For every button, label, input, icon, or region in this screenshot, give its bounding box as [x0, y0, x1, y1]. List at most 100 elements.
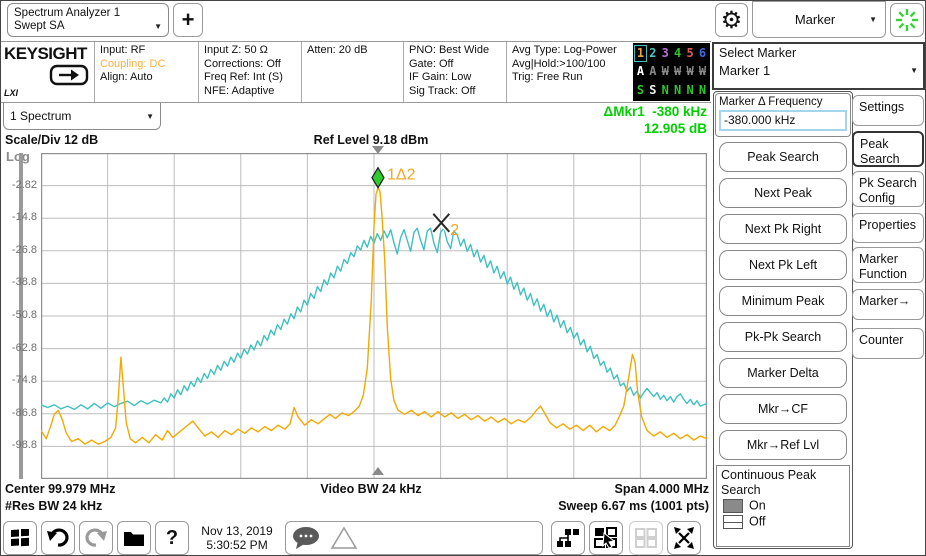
- trace-status-cell: W: [685, 64, 696, 79]
- y-axis-tick-label: -86.8: [1, 407, 37, 419]
- block-diagram-button[interactable]: [551, 521, 585, 555]
- continuous-peak-search-on[interactable]: On: [721, 498, 845, 514]
- window-arrange-button[interactable]: [589, 521, 623, 555]
- file-button[interactable]: [117, 521, 151, 555]
- expand-arrows-icon: [672, 527, 696, 549]
- y-axis-tick-label: -38.8: [1, 276, 37, 288]
- trace-status-cell: S: [635, 83, 646, 98]
- continuous-peak-search-off[interactable]: Off: [721, 514, 845, 530]
- trace-status-cell: N: [672, 83, 683, 98]
- status-line: Input Z: 50 Ω: [204, 44, 301, 58]
- center-frequency-top-indicator: [372, 146, 384, 154]
- tab-peak-search[interactable]: Peak Search: [852, 131, 924, 167]
- app-selector-line2: Swept SA: [14, 20, 65, 33]
- app-selector-line1: Spectrum Analyzer 1: [14, 7, 162, 20]
- sweep-indicator-icon: [49, 64, 89, 86]
- y-axis-tick-label: -74.8: [1, 374, 37, 386]
- mkr-to-cf-button[interactable]: Mkr→CF: [719, 394, 847, 424]
- tab-counter[interactable]: Counter: [852, 328, 924, 359]
- tab-pk-search-config[interactable]: Pk Search Config: [852, 171, 924, 207]
- question-mark-icon: ?: [166, 527, 178, 550]
- system-settings-button[interactable]: ⚙: [715, 3, 748, 37]
- redo-button[interactable]: [79, 521, 113, 555]
- undo-button[interactable]: [41, 521, 75, 555]
- tab-settings[interactable]: Settings: [852, 95, 924, 126]
- trace-status-cell: W: [660, 64, 671, 79]
- log-scale-label: Log: [6, 149, 30, 164]
- windows-logo-icon: [11, 529, 29, 547]
- y-axis-tick-label: -14.8: [1, 211, 37, 223]
- tab-properties[interactable]: Properties: [852, 213, 924, 243]
- select-marker-value: Marker 1: [719, 63, 770, 78]
- peak-search-button[interactable]: Peak Search: [719, 142, 847, 172]
- grid-layout-button[interactable]: [629, 521, 663, 555]
- marker-delta-frequency-field: Marker Δ Frequency -380.000 kHz: [715, 93, 851, 137]
- select-marker-label: Select Marker: [719, 46, 918, 60]
- next-peak-button[interactable]: Next Peak: [719, 178, 847, 208]
- help-button[interactable]: ?: [155, 521, 189, 555]
- fullscreen-button[interactable]: [667, 521, 701, 555]
- tab-marker-function[interactable]: Marker Function: [852, 247, 924, 283]
- pk-pk-search-button[interactable]: Pk-Pk Search: [719, 322, 847, 352]
- windows-hand-icon: [594, 527, 618, 549]
- next-pk-right-button[interactable]: Next Pk Right: [719, 214, 847, 244]
- center-frequency-bottom-indicator: [372, 467, 384, 475]
- datetime-display[interactable]: Nov 13, 2019 5:30:52 PM: [193, 524, 281, 556]
- message-bar-button[interactable]: [285, 521, 543, 555]
- busy-indicator-button[interactable]: [890, 3, 924, 37]
- continuous-peak-search-label: Continuous Peak Search: [721, 468, 845, 498]
- trace-status-cell: N: [660, 83, 671, 98]
- home-button[interactable]: [3, 521, 37, 555]
- trace-status-row-type: A A W W W W: [635, 64, 708, 79]
- mode-dropdown[interactable]: Marker ▼: [752, 1, 886, 38]
- trace-status-cell: 2: [647, 46, 658, 61]
- field-label: Marker Δ Frequency: [719, 96, 847, 108]
- status-col-inputz[interactable]: Input Z: 50 Ω Corrections: Off Freq Ref:…: [198, 42, 301, 102]
- app-selector-dropdown[interactable]: Spectrum Analyzer 1 Swept SA ▼: [7, 3, 169, 37]
- add-tab-button[interactable]: +: [173, 3, 203, 37]
- tab-marker-to[interactable]: Marker→: [852, 289, 924, 320]
- status-line: Corrections: Off: [204, 58, 301, 72]
- status-col-atten[interactable]: Atten: 20 dB: [301, 42, 403, 102]
- minimum-peak-button[interactable]: Minimum Peak: [719, 286, 847, 316]
- marker-delta-frequency-input[interactable]: -380.000 kHz: [719, 110, 847, 131]
- status-col-pno[interactable]: PNO: Best Wide Gate: Off IF Gain: Low Si…: [403, 42, 506, 102]
- status-col-input[interactable]: Input: RF Coupling: DC Align: Auto: [94, 42, 198, 102]
- center-frequency-label: Center 99.979 MHz: [5, 482, 115, 496]
- mode-dropdown-label: Marker: [795, 12, 835, 27]
- toggle-on-indicator: [723, 499, 743, 513]
- trace-status-cell: 5: [685, 46, 696, 61]
- trace-status-row-numbers: 1 2 3 4 5 6: [635, 46, 708, 61]
- undo-icon: [47, 528, 69, 548]
- measurement-selector-label: 1 Spectrum: [10, 109, 71, 123]
- status-line: Sig Track: Off: [409, 85, 506, 99]
- toggle-off-indicator: [723, 515, 743, 529]
- y-axis-tick-label: -98.8: [1, 439, 37, 451]
- trace-status-cell: 4: [672, 46, 683, 61]
- span-label: Span 4.000 MHz: [461, 482, 709, 496]
- status-line-coupling: Coupling: DC: [100, 58, 198, 72]
- sweep-label: Sweep 6.67 ms (1001 pts): [461, 499, 709, 513]
- status-col-avg[interactable]: Avg Type: Log-Power Avg|Hold:>100/100 Tr…: [506, 42, 633, 102]
- lxi-logo: LXI: [4, 88, 18, 98]
- measurement-selector-dropdown[interactable]: 1 Spectrum ▼: [3, 103, 161, 130]
- chevron-down-icon: ▼: [910, 66, 918, 75]
- mkr-to-ref-lvl-button[interactable]: Mkr→Ref Lvl: [719, 430, 847, 460]
- gear-icon: ⚙: [721, 6, 743, 35]
- marker-delta-button[interactable]: Marker Delta: [719, 358, 847, 388]
- delta-marker-readout-freq: ΔMkr1 -380 kHz: [421, 104, 707, 119]
- status-line: Input: RF: [100, 44, 198, 58]
- status-line: Avg|Hold:>100/100: [512, 58, 633, 72]
- date-text: Nov 13, 2019: [193, 524, 281, 538]
- next-pk-left-button[interactable]: Next Pk Left: [719, 250, 847, 280]
- spectrum-chart[interactable]: 1Δ22: [41, 153, 707, 479]
- res-bw-label: #Res BW 24 kHz: [5, 499, 102, 513]
- chevron-down-icon: ▼: [869, 15, 877, 24]
- trace-status-panel[interactable]: 1 2 3 4 5 6 A A W W W W S S N N N N: [633, 43, 710, 101]
- status-line: Atten: 20 dB: [307, 44, 403, 58]
- redo-icon: [85, 528, 107, 548]
- select-marker-dropdown[interactable]: Select Marker Marker 1 ▼: [712, 42, 925, 90]
- y-axis-tick-label: -2.82: [1, 179, 37, 191]
- status-line: IF Gain: Low: [409, 71, 506, 85]
- continuous-peak-search-group: Continuous Peak Search On Off: [716, 465, 850, 547]
